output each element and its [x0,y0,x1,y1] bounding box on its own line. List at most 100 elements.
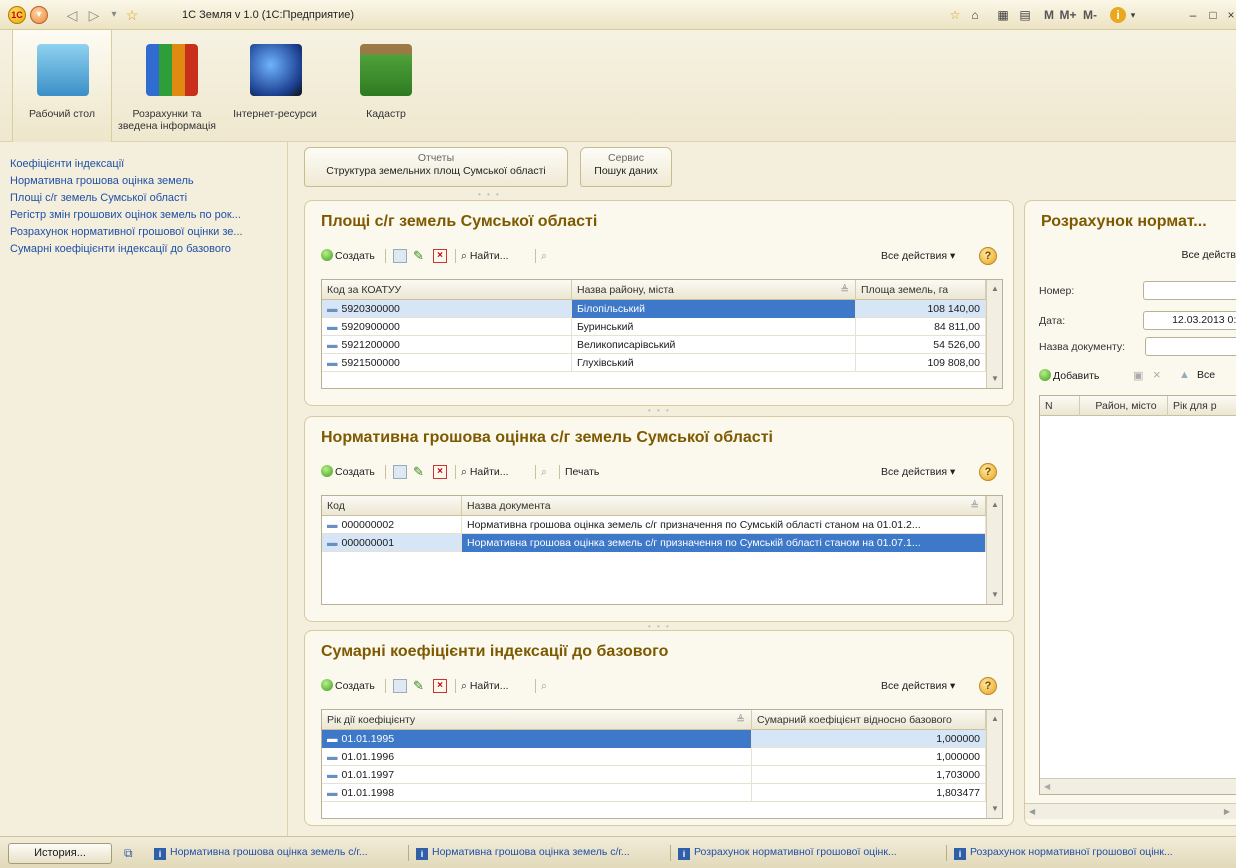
memory-minus-button[interactable]: M- [1080,7,1100,23]
scroll-up-icon[interactable]: ▲ [987,712,1003,726]
forward-arrow-icon[interactable]: ▷ [86,6,102,24]
edit-pencil-icon[interactable]: ✎ [413,463,424,481]
table-row[interactable]: ▬ 5920300000 Білопільський 108 140,00 [322,300,986,318]
memory-plus-button[interactable]: M+ [1058,7,1078,23]
move-up-icon[interactable]: ▲ [1179,369,1190,381]
date-field[interactable]: 12.03.2013 0:00 [1143,311,1236,330]
nav-link-indexation-coefficients[interactable]: Коефіцієнти індексації [0,156,287,173]
splitter-handle[interactable]: • • • [648,406,671,415]
scroll-down-icon[interactable]: ▼ [987,588,1003,602]
copy-icon[interactable] [393,679,407,693]
section-desktop[interactable]: Рабочий стол [12,30,112,142]
service-link-search[interactable]: Пошук даних [581,165,671,177]
table-row[interactable]: ▬ 01.01.1995 1,000000 [322,730,986,748]
report-link-land-structure[interactable]: Структура земельних площ Сумської област… [305,165,567,177]
all-actions-dropdown[interactable]: Все действия ▾ [881,247,955,265]
home-page-icon[interactable]: ⌂ [968,7,982,23]
column-header-coefficient[interactable]: Сумарний коефіцієнт відносно базового [752,710,986,730]
cancel-search-icon[interactable]: ⌕ [541,677,547,695]
panel-horizontal-scrollbar[interactable]: ◀ ▶ [1025,803,1236,819]
minimize-icon[interactable]: – [1186,7,1200,23]
delete-icon[interactable]: × [433,679,447,693]
nav-link-total-coefficients[interactable]: Сумарні коефіцієнти індексації до базово… [0,241,287,258]
history-button[interactable]: История... [8,843,112,864]
history-dropdown-icon[interactable]: ▾ [106,6,122,24]
info-dropdown-icon[interactable]: ▾ [1128,7,1138,23]
delete-icon[interactable]: × [433,465,447,479]
close-icon[interactable]: × [1226,7,1236,23]
copy-icon[interactable]: ▣ [1133,369,1143,382]
table-row[interactable]: ▬ 01.01.1996 1,000000 [322,748,986,766]
column-header-code[interactable]: Код [322,496,462,516]
table-row[interactable]: ▬ 5921500000 Глухівський 109 808,00 [322,354,986,372]
copy-icon[interactable] [393,249,407,263]
main-menu-icon[interactable]: ▾ [30,6,48,24]
coefficients-table[interactable]: Рік дії коефіцієнту ≜ Сумарний коефіцієнт… [321,709,1003,819]
maximize-icon[interactable]: □ [1206,7,1220,23]
create-button[interactable]: Создать [321,463,375,481]
column-header-n[interactable]: N [1040,396,1080,416]
column-header-area[interactable]: Площа земель, га [856,280,986,300]
districts-table[interactable]: N Район, місто Рік для р ◀ [1039,395,1236,795]
scroll-up-icon[interactable]: ▲ [987,282,1003,296]
vertical-scrollbar[interactable]: ▲ ▼ [986,496,1002,604]
all-actions-dropdown[interactable]: Все действия ▾ [881,677,955,695]
add-button[interactable]: Добавить [1039,369,1099,382]
column-header-year[interactable]: Рік для р [1168,396,1236,416]
vertical-scrollbar[interactable]: ▲ ▼ [986,280,1002,388]
help-icon[interactable]: ? [979,247,997,265]
task-window-calculation-2[interactable]: i Розрахунок нормативної грошової оцінк..… [954,846,1173,860]
nav-link-normative-valuation[interactable]: Нормативна грошова оцінка земель [0,173,287,190]
scroll-up-icon[interactable]: ▲ [987,498,1003,512]
cancel-search-icon[interactable]: ⌕ [541,463,547,481]
table-row[interactable]: ▬ 5920900000 Буринський 84 811,00 [322,318,986,336]
section-cadastre[interactable]: Кадастр [338,30,434,142]
help-icon[interactable]: ? [979,677,997,695]
help-icon[interactable]: ? [979,463,997,481]
vertical-scrollbar[interactable]: ▲ ▼ [986,710,1002,818]
edit-pencil-icon[interactable]: ✎ [413,677,424,695]
nav-link-valuation-register[interactable]: Регістр змін грошових оцінок земель по р… [0,207,287,224]
calculator-icon[interactable]: ▦ [996,7,1010,23]
edit-pencil-icon[interactable]: ✎ [413,247,424,265]
all-actions-dropdown[interactable]: Все действ [1182,249,1236,261]
splitter-handle[interactable]: • • • [478,190,501,199]
info-icon[interactable]: i [1110,7,1126,23]
create-button[interactable]: Создать [321,247,375,265]
column-header-document-name[interactable]: Назва документа ≜ [462,496,986,516]
cancel-search-icon[interactable]: ⌕ [541,247,547,265]
memory-m-button[interactable]: M [1042,7,1056,23]
scroll-down-icon[interactable]: ▼ [987,372,1003,386]
section-internet[interactable]: Інтернет-ресурси [222,30,328,142]
find-button[interactable]: ⌕ Найти... [461,463,509,481]
section-reports[interactable]: Розрахунки та зведена інформація [112,30,222,142]
land-areas-table[interactable]: Код за КОАТУУ Назва району, міста ≜ Площа… [321,279,1003,389]
table-row[interactable]: ▬ 01.01.1997 1,703000 [322,766,986,784]
valuation-documents-table[interactable]: Код Назва документа ≜ ▬ 000000002 Норматив… [321,495,1003,605]
task-window-calculation-1[interactable]: i Розрахунок нормативної грошової оцінк..… [678,846,897,860]
calendar-icon[interactable]: ▤ [1018,7,1032,23]
column-header-code[interactable]: Код за КОАТУУ [322,280,572,300]
all-dropdown[interactable]: Все [1197,369,1215,381]
app-logo-icon[interactable]: 1С [8,6,26,24]
table-row[interactable]: ▬ 01.01.1998 1,803477 [322,784,986,802]
nav-link-valuation-calculation[interactable]: Розрахунок нормативної грошової оцінки з… [0,224,287,241]
favorites-icon[interactable]: ☆ [948,7,962,23]
print-button[interactable]: Печать [565,463,599,481]
number-field[interactable] [1143,281,1236,300]
copy-icon[interactable] [393,465,407,479]
task-window-valuation-2[interactable]: i Нормативна грошова оцінка земель с/г... [416,846,630,860]
column-header-year[interactable]: Рік дії коефіцієнту ≜ [322,710,752,730]
all-actions-dropdown[interactable]: Все действия ▾ [881,463,955,481]
find-button[interactable]: ⌕ Найти... [461,677,509,695]
table-row[interactable]: ▬ 000000002 Нормативна грошова оцінка зем… [322,516,986,534]
back-arrow-icon[interactable]: ◁ [64,6,80,24]
column-header-district[interactable]: Район, місто [1080,396,1168,416]
favorites-star-icon[interactable]: ☆ [124,6,140,24]
column-header-district[interactable]: Назва району, міста ≜ [572,280,856,300]
windows-list-icon[interactable]: ⧉ [124,846,133,861]
create-button[interactable]: Создать [321,677,375,695]
scroll-down-icon[interactable]: ▼ [987,802,1003,816]
horizontal-scrollbar[interactable]: ◀ [1040,778,1236,794]
task-window-valuation-1[interactable]: i Нормативна грошова оцінка земель с/г... [154,846,368,860]
